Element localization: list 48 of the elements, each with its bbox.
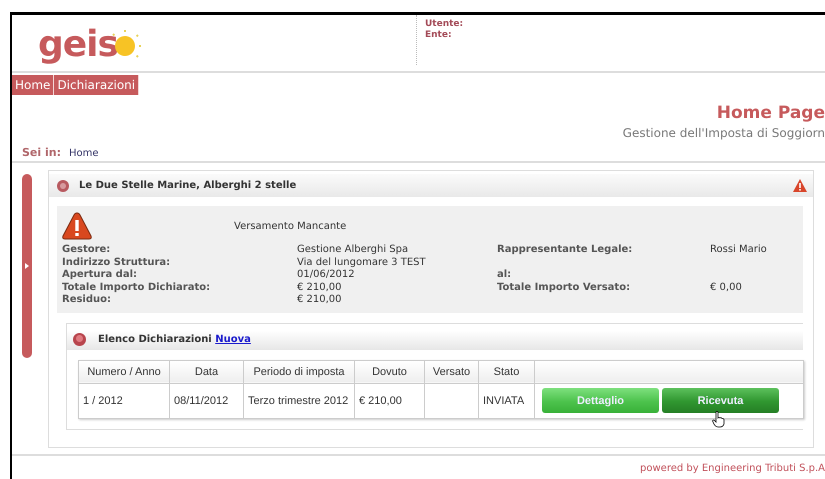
- alert-message: Versamento Mancante: [234, 220, 346, 232]
- geis-logo: geis: [12, 15, 408, 71]
- action-button[interactable]: Ricevuta: [662, 388, 779, 413]
- column-header: Stato: [478, 360, 534, 383]
- field-label: Apertura dal:: [62, 269, 138, 282]
- field-value: 01/06/2012: [297, 269, 356, 282]
- table-cell: 08/11/2012: [170, 383, 244, 418]
- table-cell: Terzo trimestre 2012: [244, 383, 354, 418]
- user-info-label: Ente:: [425, 30, 453, 41]
- page-subtitle: Gestione dell'Imposta di Soggiorn: [622, 126, 825, 140]
- field-label: al:: [497, 269, 512, 282]
- new-link[interactable]: Nuova: [215, 334, 251, 345]
- column-header: Data: [170, 360, 244, 383]
- column-header: Versato: [424, 360, 478, 383]
- field-value: Gestione Alberghi Spa: [297, 244, 410, 256]
- warning-icon: [62, 212, 92, 240]
- field-value: Rossi Mario: [710, 244, 768, 256]
- field-label: Indirizzo Struttura:: [62, 256, 172, 269]
- column-header: Numero / Anno: [78, 360, 170, 383]
- field-label: Totale Importo Dichiarato:: [62, 282, 212, 294]
- column-header: Periodo di imposta: [244, 360, 354, 383]
- field-value: Via del lungomare 3 TEST: [297, 256, 427, 269]
- field-value: € 210,00: [297, 282, 343, 294]
- footer-credit: powered by Engineering Tributi S.p.A: [640, 463, 825, 474]
- table-cell: [424, 383, 478, 418]
- nav-tab[interactable]: Home: [12, 75, 54, 95]
- table-cell: € 210,00: [354, 383, 424, 418]
- table-cell: 1 / 2012: [78, 383, 170, 418]
- side-toggle-bar[interactable]: [22, 174, 32, 358]
- field-label: Rappresentante Legale:: [497, 244, 634, 256]
- page-title: Home Page: [716, 103, 825, 123]
- arrow-right-icon: [25, 263, 29, 269]
- collapse-button-icon[interactable]: [57, 180, 69, 192]
- user-info-label: Utente:: [425, 19, 464, 30]
- collapse-button-icon[interactable]: [73, 333, 86, 346]
- panel-title: Le Due Stelle Marine, Alberghi 2 stelle: [79, 180, 298, 191]
- field-label: Gestore:: [62, 244, 112, 256]
- breadcrumb-link[interactable]: Home: [68, 148, 99, 159]
- column-header: Dovuto: [354, 360, 424, 383]
- breadcrumb-label: Sei in:: [22, 146, 61, 159]
- field-value: € 0,00: [710, 282, 743, 294]
- panel-title: Elenco Dichiarazioni Nuova: [98, 334, 251, 345]
- field-value: € 210,00: [297, 294, 343, 306]
- warning-icon: [793, 179, 807, 192]
- field-label: Totale Importo Versato:: [497, 282, 632, 294]
- nav-tab[interactable]: Dichiarazioni: [54, 75, 140, 95]
- table-cell: INVIATA: [478, 383, 534, 418]
- field-label: Residuo:: [62, 294, 112, 306]
